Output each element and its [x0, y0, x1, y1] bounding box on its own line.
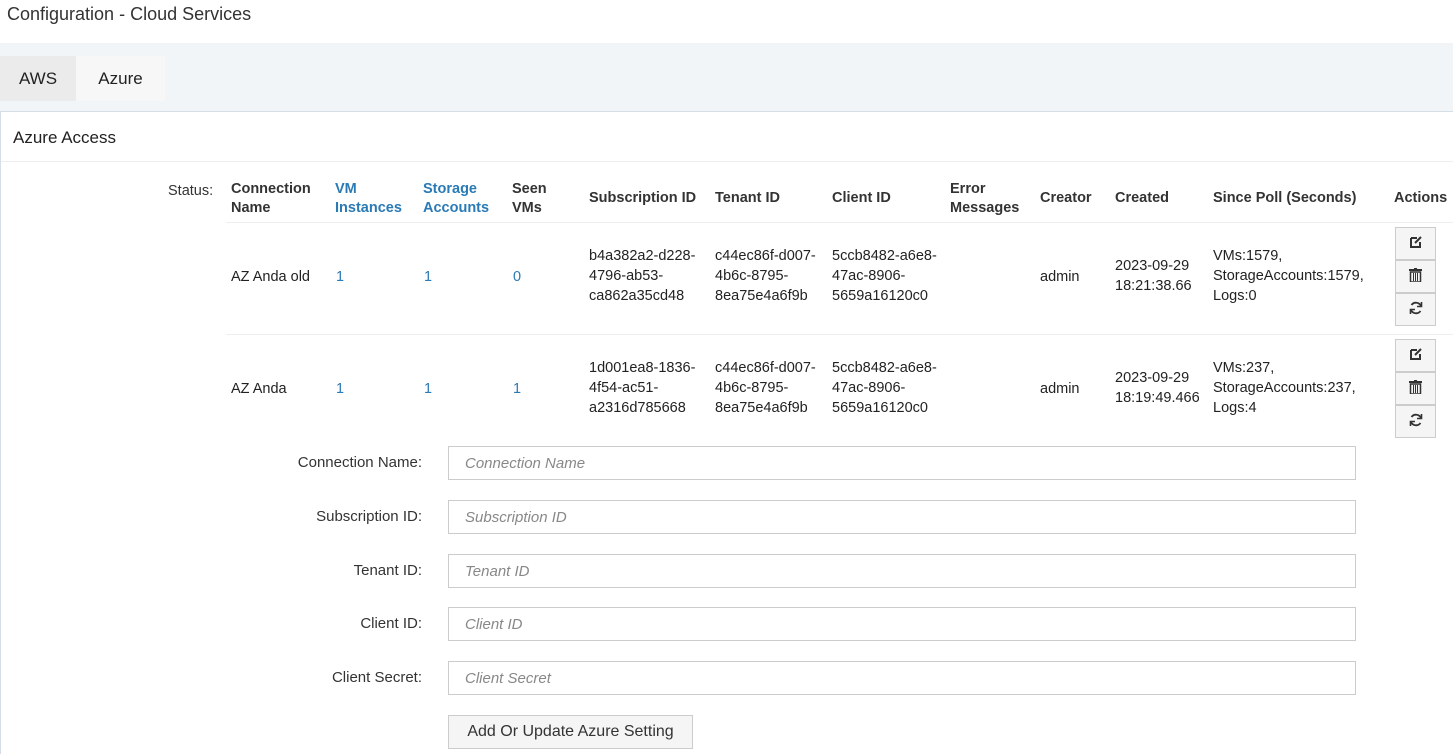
- header-vm-instances[interactable]: VM Instances: [335, 180, 402, 218]
- connection-name-input[interactable]: [448, 446, 1356, 480]
- subscription-id-input[interactable]: [448, 500, 1356, 534]
- panel-title: Azure Access: [13, 128, 116, 147]
- trash-icon: [1409, 379, 1422, 398]
- header-error-messages: Error Messages: [950, 181, 1020, 216]
- tenant-id-label: Tenant ID:: [353, 562, 422, 579]
- trash-icon: [1409, 267, 1422, 286]
- storage-accounts-link[interactable]: 1: [424, 379, 432, 399]
- row-divider: [226, 222, 1453, 223]
- header-creator: Creator: [1040, 190, 1092, 206]
- edit-icon: [1409, 347, 1423, 365]
- client-id: 5ccb8482-a6e8- 47ac-8906- 5659a16120c0: [832, 360, 937, 416]
- header-connection-name: Connection Name: [231, 181, 311, 216]
- tab-azure[interactable]: Azure: [76, 56, 165, 101]
- client-secret-input[interactable]: [448, 661, 1356, 695]
- subscription-id: b4a382a2-d228- 4796-ab53- ca862a35cd48: [589, 248, 696, 304]
- page-title: Configuration - Cloud Services: [7, 4, 252, 24]
- edit-icon: [1409, 235, 1423, 253]
- vm-instances-link[interactable]: 1: [336, 379, 344, 399]
- connection-name: AZ Anda old: [231, 269, 310, 285]
- created: 2023-09-29 18:19:49.466: [1115, 370, 1200, 406]
- since-poll: VMs:237, StorageAccounts:237, Logs:4: [1213, 360, 1356, 416]
- divider: [1, 161, 1453, 162]
- header-actions: Actions: [1394, 190, 1448, 206]
- header-storage-accounts[interactable]: Storage Accounts: [423, 180, 489, 218]
- delete-button[interactable]: [1395, 260, 1436, 293]
- refresh-icon: [1409, 413, 1423, 431]
- tenant-id: c44ec86f-d007- 4b6c-8795- 8ea75e4a6f9b: [715, 248, 816, 304]
- since-poll: VMs:1579, StorageAccounts:1579, Logs:0: [1213, 248, 1364, 304]
- created: 2023-09-29 18:21:38.66: [1115, 258, 1192, 294]
- connection-name: AZ Anda: [231, 381, 287, 397]
- delete-button[interactable]: [1395, 372, 1436, 405]
- header-created: Created: [1115, 190, 1169, 206]
- edit-button[interactable]: [1395, 227, 1436, 260]
- subscription-id-label: Subscription ID:: [316, 508, 422, 525]
- storage-accounts-link[interactable]: 1: [424, 267, 432, 287]
- row-divider: [226, 334, 1453, 335]
- add-update-azure-button[interactable]: Add Or Update Azure Setting: [448, 715, 693, 749]
- refresh-button[interactable]: [1395, 405, 1436, 438]
- tenant-id-input[interactable]: [448, 554, 1356, 588]
- client-id: 5ccb8482-a6e8- 47ac-8906- 5659a16120c0: [832, 248, 937, 304]
- creator: admin: [1040, 269, 1080, 285]
- tab-aws[interactable]: AWS: [0, 56, 76, 101]
- vm-instances-link[interactable]: 1: [336, 267, 344, 287]
- client-id-label: Client ID:: [360, 615, 422, 632]
- header-since-poll: Since Poll (Seconds): [1213, 190, 1357, 206]
- refresh-button[interactable]: [1395, 293, 1436, 326]
- edit-button[interactable]: [1395, 339, 1436, 372]
- refresh-icon: [1409, 301, 1423, 319]
- seen-vms-link[interactable]: 1: [513, 379, 521, 399]
- azure-access-panel: Azure Access Status: Connection Name VM In…: [0, 111, 1453, 754]
- client-secret-label: Client Secret:: [331, 669, 422, 686]
- creator: admin: [1040, 381, 1080, 397]
- header-seen-vms: Seen VMs: [512, 181, 547, 216]
- subscription-id: 1d001ea8-1836- 4f54-ac51- a2316d785668: [589, 360, 696, 416]
- connection-name-label: Connection Name:: [297, 454, 422, 471]
- status-label: Status:: [168, 183, 214, 199]
- seen-vms-link[interactable]: 0: [513, 267, 521, 287]
- header-client-id: Client ID: [832, 190, 891, 206]
- client-id-input[interactable]: [448, 607, 1356, 641]
- header-tenant-id: Tenant ID: [715, 190, 780, 206]
- tab-bar: AWS Azure: [0, 43, 1453, 111]
- tenant-id: c44ec86f-d007- 4b6c-8795- 8ea75e4a6f9b: [715, 360, 816, 416]
- header-subscription-id: Subscription ID: [589, 190, 697, 206]
